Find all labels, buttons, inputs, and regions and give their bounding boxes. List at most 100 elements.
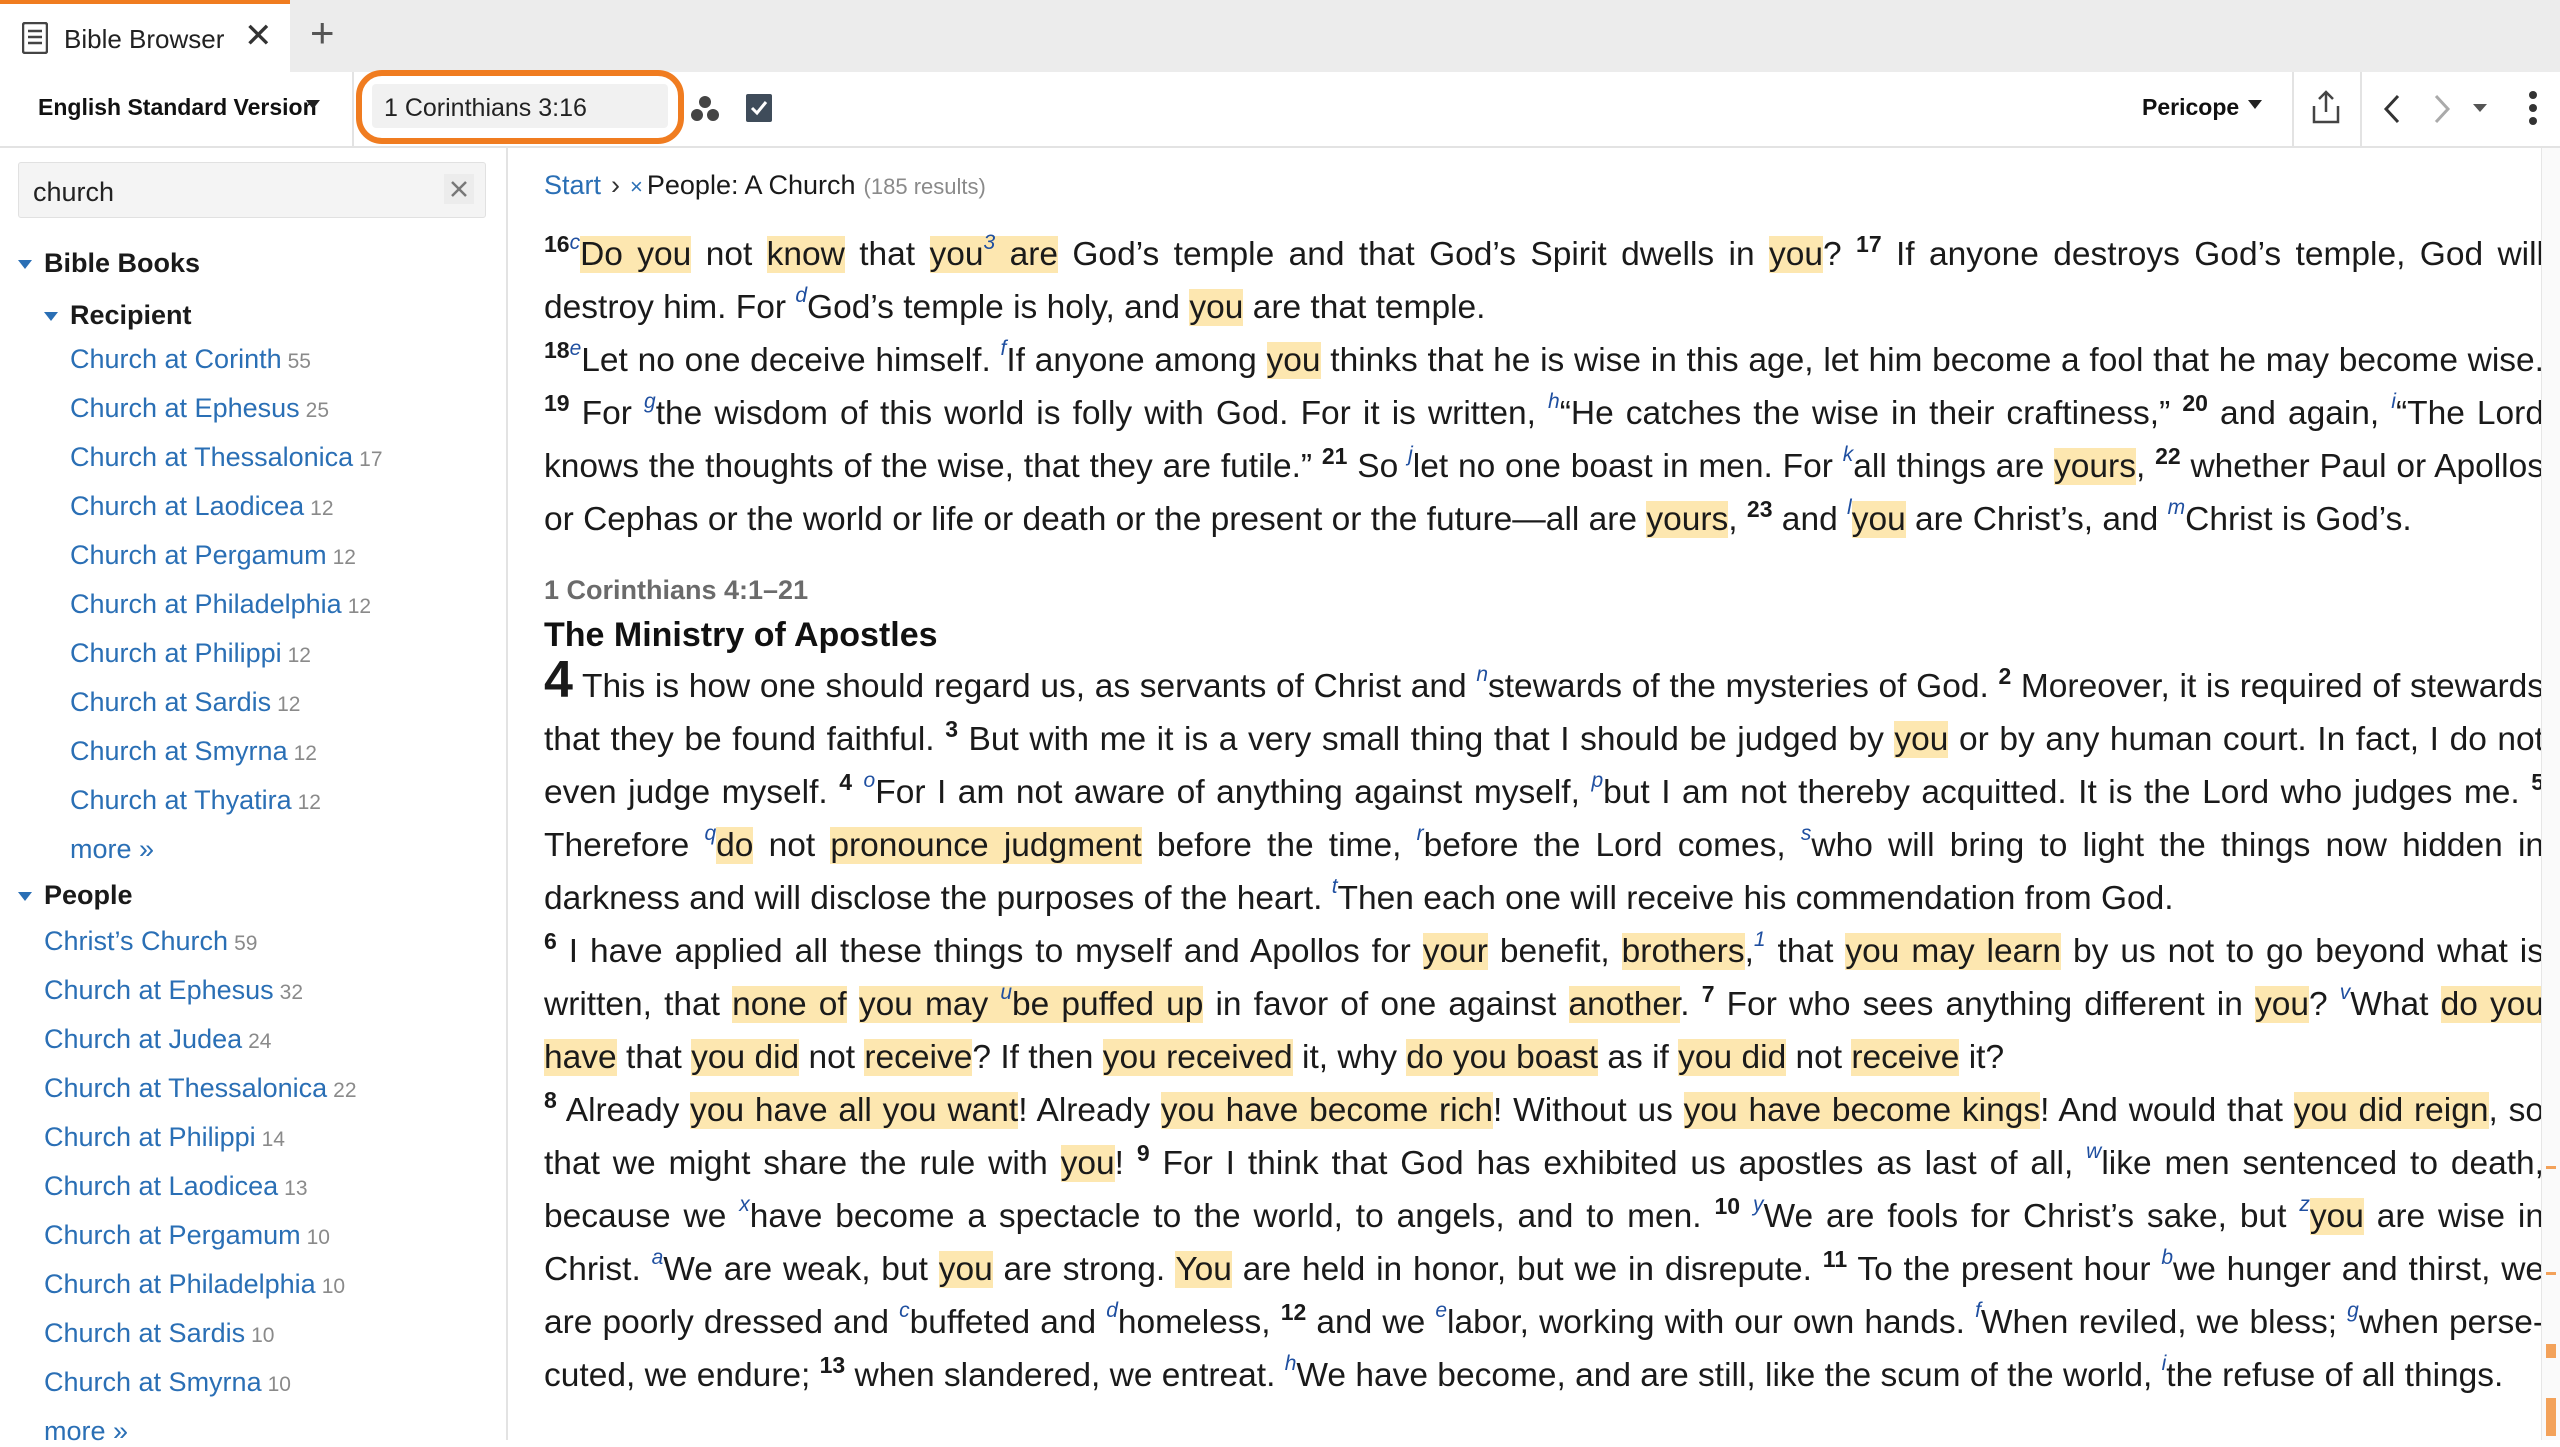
divider <box>352 72 354 146</box>
item-label: Church at Laodicea <box>44 1171 279 1201</box>
hit-marker <box>2546 1272 2556 1275</box>
people-item[interactable]: Church at Sardis 10 <box>44 1318 274 1349</box>
people-item[interactable]: Church at Smyrna 10 <box>44 1367 291 1398</box>
search-input[interactable]: church <box>18 162 486 218</box>
item-count: 12 <box>310 497 334 520</box>
breadcrumb-separator: › <box>611 170 621 200</box>
breadcrumb-start-link[interactable]: Start <box>544 170 601 200</box>
sidebar: church Bible Books Recipient Church at C… <box>0 148 508 1446</box>
reference-input[interactable]: 1 Corinthians 3:16 <box>372 84 668 128</box>
item-label: Church at Smyrna <box>44 1367 262 1397</box>
forward-icon[interactable] <box>2430 92 2454 126</box>
item-label: Church at Pergamum <box>44 1220 301 1250</box>
item-label: Church at Thyatira <box>70 785 292 815</box>
item-label: Church at Corinth <box>70 344 282 374</box>
chevron-down-icon[interactable] <box>18 892 32 901</box>
clear-search-icon[interactable] <box>443 173 475 205</box>
chevron-down-icon[interactable] <box>18 260 32 269</box>
item-label: Church at Thessalonica <box>44 1073 328 1103</box>
section-heading: The Ministry of Apostles <box>544 616 938 654</box>
visual-filter-icon[interactable] <box>690 94 720 124</box>
verse-paragraph: 6 I have applied all these things to mys… <box>544 928 2544 1076</box>
recipient-item[interactable]: Church at Sardis 12 <box>70 687 300 718</box>
share-icon[interactable] <box>2308 88 2344 126</box>
more-link[interactable]: more » <box>70 834 154 865</box>
people-item[interactable]: Church at Ephesus 32 <box>44 975 303 1006</box>
people-item[interactable]: Church at Philadelphia 10 <box>44 1269 345 1300</box>
hit-marker <box>2546 1344 2556 1358</box>
recipient-item[interactable]: Church at Philippi 12 <box>70 638 311 669</box>
item-count: 10 <box>321 1275 346 1298</box>
tab-bible-browser[interactable]: Bible Browser ✕ <box>0 0 290 72</box>
more-link[interactable]: more » <box>44 1416 128 1447</box>
group-bible-books[interactable]: Bible Books <box>44 248 200 279</box>
item-count: 10 <box>251 1324 275 1347</box>
item-count: 14 <box>261 1128 285 1151</box>
item-count: 12 <box>297 791 321 814</box>
people-item[interactable]: Church at Pergamum 10 <box>44 1220 330 1251</box>
divider <box>2360 72 2362 146</box>
people-item[interactable]: Church at Philippi 14 <box>44 1122 285 1153</box>
back-icon[interactable] <box>2380 92 2404 126</box>
result-count: (185 results) <box>863 174 986 199</box>
tab-bar: Bible Browser ✕ + <box>0 0 2560 72</box>
chevron-down-icon[interactable] <box>2248 100 2262 109</box>
chevron-down-icon[interactable] <box>306 100 320 109</box>
history-dropdown-icon[interactable] <box>2472 102 2488 114</box>
people-item[interactable]: Church at Thessalonica 22 <box>44 1073 357 1104</box>
people-item[interactable]: Church at Laodicea 13 <box>44 1171 308 1202</box>
divider <box>2292 72 2294 146</box>
item-label: Church at Philadelphia <box>44 1269 316 1299</box>
close-tab-icon[interactable]: ✕ <box>244 18 273 54</box>
chevron-down-icon[interactable] <box>44 312 58 321</box>
people-item[interactable]: Church at Judea 24 <box>44 1024 271 1055</box>
item-label: Church at Philippi <box>44 1122 256 1152</box>
people-item[interactable]: Christ’s Church 59 <box>44 926 257 957</box>
recipient-item[interactable]: Church at Corinth 55 <box>70 344 311 375</box>
recipient-item[interactable]: Church at Pergamum 12 <box>70 540 356 571</box>
bible-text-pane: Start › × People: A Church (185 results) 16c… <box>508 148 2560 1440</box>
item-count: 59 <box>234 932 258 955</box>
remove-filter-icon[interactable]: × <box>630 174 643 199</box>
item-label: Church at Pergamum <box>70 540 327 570</box>
item-count: 22 <box>333 1079 357 1102</box>
item-count: 12 <box>347 595 372 618</box>
pericope-reference: 1 Corinthians 4:1–21 <box>544 575 809 605</box>
version-select[interactable]: English Standard Version <box>38 94 317 121</box>
recipient-item[interactable]: Church at Smyrna 12 <box>70 736 317 767</box>
pericope-select[interactable]: Pericope <box>2142 94 2239 121</box>
item-count: 12 <box>293 742 317 765</box>
item-count: 12 <box>332 546 356 569</box>
tab-title: Bible Browser <box>64 24 225 54</box>
item-label: Church at Ephesus <box>44 975 274 1005</box>
add-tab-icon[interactable]: + <box>310 12 335 54</box>
item-label: Church at Ephesus <box>70 393 300 423</box>
recipient-item[interactable]: Church at Ephesus 25 <box>70 393 329 424</box>
item-label: Church at Thessalonica <box>70 442 354 472</box>
item-label: Church at Smyrna <box>70 736 288 766</box>
reference-input-value: 1 Corinthians 3:16 <box>384 94 587 122</box>
item-count: 12 <box>287 644 311 667</box>
book-icon <box>22 22 48 54</box>
search-input-value: church <box>33 177 115 207</box>
scrollbar[interactable] <box>2541 148 2560 1440</box>
item-label: Church at Judea <box>44 1024 243 1054</box>
recipient-item[interactable]: Church at Thessalonica 17 <box>70 442 383 473</box>
checklist-icon[interactable] <box>744 92 774 124</box>
more-options-icon[interactable] <box>2528 90 2538 126</box>
recipient-item[interactable]: Church at Laodicea 12 <box>70 491 334 522</box>
item-count: 10 <box>267 1373 291 1396</box>
item-count: 32 <box>279 981 303 1004</box>
group-people[interactable]: People <box>44 880 133 911</box>
item-label: Christ’s Church <box>44 926 229 956</box>
reference-box-highlight: 1 Corinthians 3:16 <box>356 70 684 144</box>
toolbar: English Standard Version 1 Corinthians 3… <box>0 70 2560 148</box>
recipient-item[interactable]: Church at Philadelphia 12 <box>70 589 371 620</box>
verse-paragraph: 8 Already you have all you want! Already… <box>544 1087 2545 1394</box>
recipient-item[interactable]: Church at Thyatira 12 <box>70 785 321 816</box>
item-count: 55 <box>287 350 311 373</box>
item-count: 13 <box>284 1177 308 1200</box>
group-recipient[interactable]: Recipient <box>70 300 192 331</box>
hit-marker <box>2546 1398 2556 1436</box>
verse-paragraph: 4 This is how one should regard us, as s… <box>544 651 2545 917</box>
